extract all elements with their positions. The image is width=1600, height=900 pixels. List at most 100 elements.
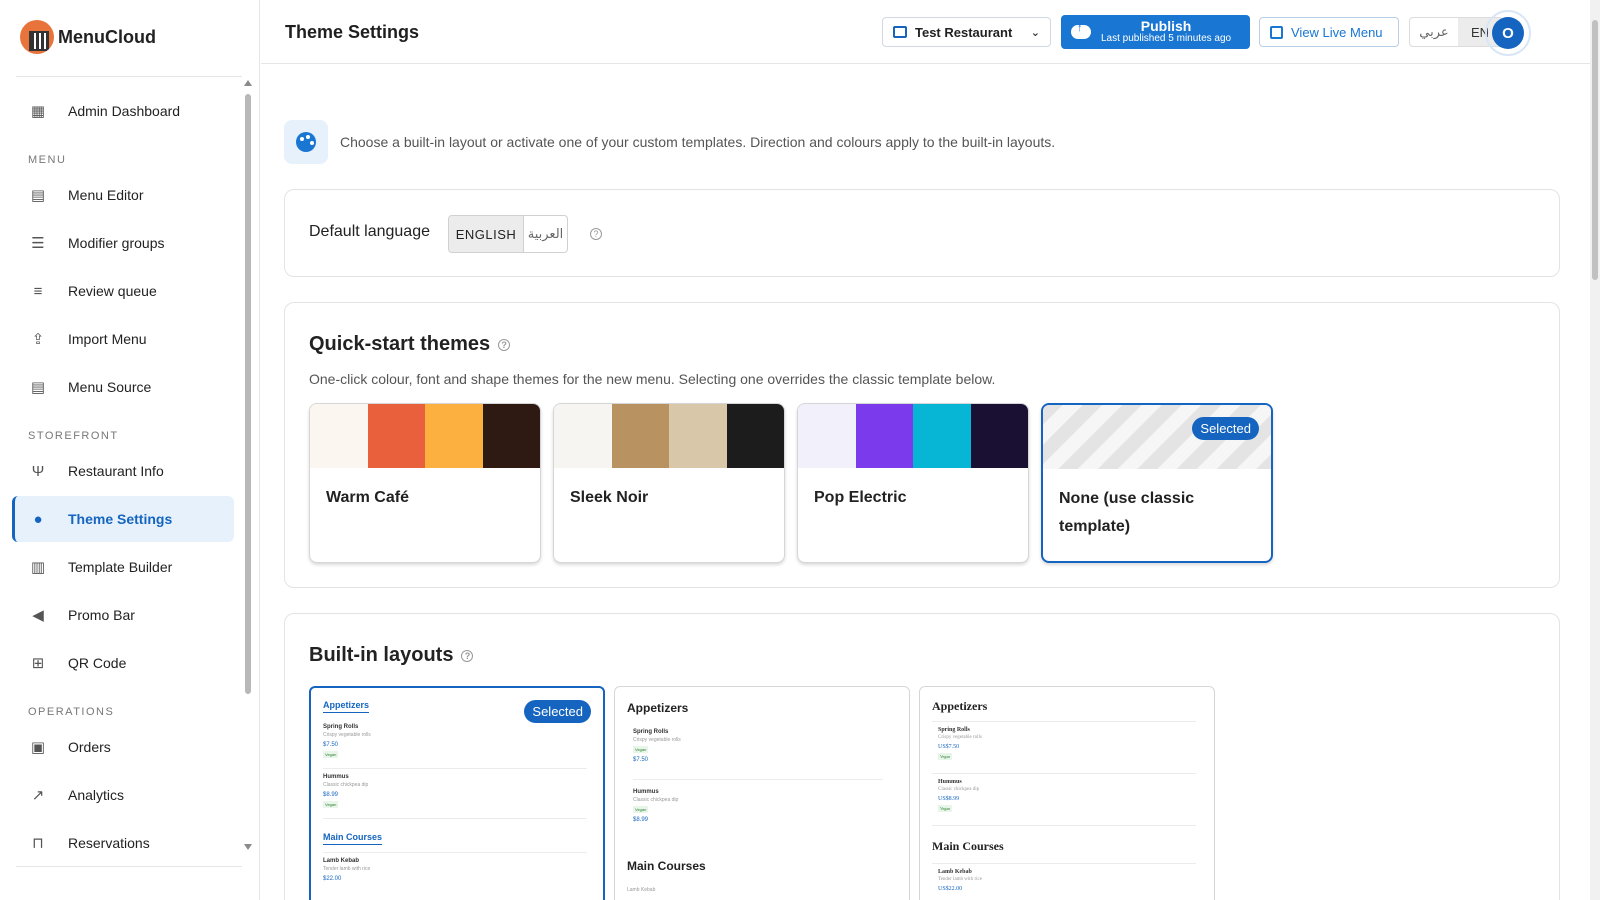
brand[interactable]: MenuCloud bbox=[20, 20, 156, 54]
sidebar-item-reservations[interactable]: ⊓ Reservations bbox=[12, 820, 234, 866]
item-name: Hummus bbox=[633, 789, 659, 795]
divider bbox=[932, 773, 1196, 774]
layout-tile-cards[interactable]: Appetizers Spring Rolls Crispy vegetable… bbox=[614, 686, 910, 900]
utensils-icon: Ψ bbox=[31, 462, 45, 480]
theme-tile-none-classic[interactable]: Selected None (use classic template) bbox=[1041, 403, 1273, 563]
scroll-up-arrow-icon[interactable] bbox=[244, 80, 252, 86]
sidebar-item-label: Admin Dashboard bbox=[68, 103, 181, 119]
view-live-menu-button[interactable]: View Live Menu bbox=[1259, 17, 1399, 47]
layout-menu-item: Lamb Kebab bbox=[627, 885, 891, 893]
view-live-label: View Live Menu bbox=[1291, 24, 1383, 40]
sidebar-item-theme-settings[interactable]: ● Theme Settings bbox=[12, 496, 234, 542]
sidebar-section-title: OPERATIONS bbox=[28, 706, 115, 718]
chevron-down-icon: ⌄ bbox=[1030, 26, 1040, 39]
top-bar: Theme Settings Test Restaurant ⌄ Publish… bbox=[261, 0, 1591, 64]
sidebar-item-admin-dashboard[interactable]: ▦ Admin Dashboard bbox=[12, 88, 234, 134]
layout-menu-item: Spring Rolls Crispy vegetable rolls US$7… bbox=[938, 727, 1202, 760]
sidebar-section-title: MENU bbox=[28, 154, 67, 166]
sidebar-item-menu-editor[interactable]: ▤ Menu Editor bbox=[12, 172, 234, 218]
layout-menu-item: Hummus Classic chickpea dip $8.99 Vegan bbox=[323, 774, 587, 808]
sidebar-item-label: Promo Bar bbox=[68, 607, 135, 623]
trending-icon: ↗ bbox=[31, 787, 45, 804]
sidebar-item-promo-bar[interactable]: ◀ Promo Bar bbox=[12, 592, 234, 638]
default-language-card: Default language ENGLISH العربية ? bbox=[284, 189, 1560, 277]
sidebar-item-restaurant-info[interactable]: Ψ Restaurant Info bbox=[12, 448, 234, 494]
item-desc: Classic chickpea dip bbox=[633, 797, 679, 803]
sidebar-item-analytics[interactable]: ↗ Analytics bbox=[12, 772, 234, 818]
layout-menu-item: Hummus Classic chickpea dip Vegan $8.99 bbox=[633, 789, 883, 823]
sidebar-item-label: Modifier groups bbox=[68, 235, 165, 251]
sidebar-item-label: Menu Source bbox=[68, 379, 152, 395]
sidebar-item-orders[interactable]: ▣ Orders bbox=[12, 724, 234, 770]
scrollbar-thumb[interactable] bbox=[1592, 20, 1598, 280]
default-language-toggle: ENGLISH العربية bbox=[448, 215, 568, 253]
layout-menu-item: Lamb Kebab Tender lamb with rice $22.00 bbox=[323, 858, 587, 882]
section-title: Quick-start themes ? bbox=[309, 333, 511, 356]
item-tag: Vegan bbox=[323, 801, 339, 808]
color-swatches bbox=[554, 404, 784, 468]
divider bbox=[633, 779, 883, 780]
sidebar-item-label: Analytics bbox=[68, 787, 125, 803]
swatch bbox=[425, 404, 483, 468]
megaphone-icon: ◀ bbox=[32, 607, 44, 624]
item-desc: Crispy vegetable rolls bbox=[938, 735, 982, 740]
checklist-icon: ≡ bbox=[33, 282, 43, 300]
theme-tile-pop-electric[interactable]: Pop Electric bbox=[797, 403, 1029, 563]
sidebar-item-template-builder[interactable]: ▥ Template Builder bbox=[12, 544, 234, 590]
divider bbox=[323, 852, 587, 853]
help-icon[interactable]: ? bbox=[461, 649, 474, 662]
sidebar-nav: ▦ Admin Dashboard MENU ▤ Menu Editor ☰ M… bbox=[12, 88, 234, 868]
sidebar-item-modifier-groups[interactable]: ☰ Modifier groups bbox=[12, 220, 234, 266]
swatch bbox=[367, 404, 425, 468]
layout-tile-elegant[interactable]: Appetizers Spring Rolls Crispy vegetable… bbox=[919, 686, 1215, 900]
item-name: Lamb Kebab bbox=[323, 858, 360, 864]
intro-banner: Choose a built-in layout or activate one… bbox=[284, 120, 1055, 164]
item-name: Lamb Kebab bbox=[938, 869, 972, 875]
sidebar-item-menu-source[interactable]: ▤ Menu Source bbox=[12, 364, 234, 410]
book-icon: ▤ bbox=[30, 187, 46, 204]
layout-tile-classic[interactable]: Selected Appetizers Spring Rolls Crispy … bbox=[309, 686, 605, 900]
cloud-upload-icon bbox=[1071, 22, 1091, 39]
layout-section-heading: Main Courses bbox=[323, 832, 383, 845]
item-name: Hummus bbox=[938, 779, 962, 785]
layout-section-heading: Appetizers bbox=[627, 701, 689, 715]
item-price: $8.99 bbox=[633, 817, 649, 823]
lang-option-arabic[interactable]: عربي bbox=[1410, 18, 1458, 46]
item-price: $22.00 bbox=[323, 876, 342, 882]
brand-logo-icon bbox=[20, 20, 54, 54]
item-tag: Vegan bbox=[633, 746, 649, 753]
sidebar-scrollbar[interactable] bbox=[244, 80, 252, 850]
sidebar-item-qr-code[interactable]: ⊞ QR Code bbox=[12, 640, 234, 686]
item-price: US$7.50 bbox=[938, 744, 960, 750]
avatar[interactable]: O bbox=[1485, 10, 1531, 56]
swatch bbox=[798, 404, 856, 468]
publish-button[interactable]: Publish Last published 5 minutes ago bbox=[1061, 15, 1250, 49]
palette-icon bbox=[296, 132, 316, 152]
quick-start-subtitle: One-click colour, font and shape themes … bbox=[309, 371, 996, 387]
section-title: Built-in layouts ? bbox=[309, 644, 474, 667]
sidebar-item-label: Menu Editor bbox=[68, 187, 144, 203]
swatch bbox=[855, 404, 913, 468]
theme-tile-sleek-noir[interactable]: Sleek Noir bbox=[553, 403, 785, 563]
receipt-icon: ▣ bbox=[30, 739, 46, 756]
divider bbox=[16, 76, 242, 77]
color-swatches bbox=[798, 404, 1028, 468]
sidebar-item-import-menu[interactable]: ⇪ Import Menu bbox=[12, 316, 234, 362]
scrollbar-thumb[interactable] bbox=[245, 94, 251, 694]
scroll-down-arrow-icon[interactable] bbox=[244, 844, 252, 850]
item-desc: Classic chickpea dip bbox=[323, 782, 369, 788]
sliders-icon: ☰ bbox=[31, 235, 45, 252]
page-scrollbar[interactable] bbox=[1590, 0, 1600, 900]
item-desc: Classic chickpea dip bbox=[938, 787, 980, 792]
divider bbox=[932, 863, 1196, 864]
default-language-arabic[interactable]: العربية bbox=[523, 216, 567, 252]
layout-menu-item: Hummus Classic chickpea dip US$8.99 Vega… bbox=[938, 779, 1202, 812]
help-icon[interactable]: ? bbox=[498, 338, 511, 351]
sidebar-item-review-queue[interactable]: ≡ Review queue bbox=[12, 268, 234, 314]
default-language-english[interactable]: ENGLISH bbox=[449, 216, 523, 252]
theme-tile-warm-cafe[interactable]: Warm Café bbox=[309, 403, 541, 563]
help-icon[interactable]: ? bbox=[590, 228, 602, 240]
layout-menu-item: Spring Rolls Crispy vegetable rolls Vega… bbox=[633, 729, 883, 763]
intro-icon-box bbox=[284, 120, 328, 164]
restaurant-select[interactable]: Test Restaurant ⌄ bbox=[882, 17, 1051, 47]
